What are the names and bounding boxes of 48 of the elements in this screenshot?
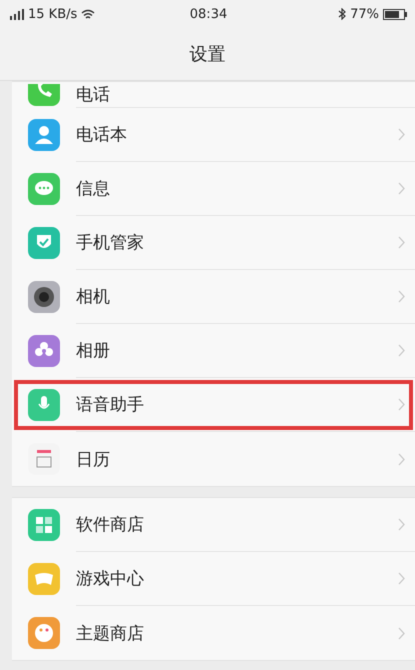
settings-item[interactable]: 电话本: [12, 108, 415, 162]
phone-icon: [28, 84, 60, 106]
signal-icon: [10, 8, 24, 20]
chevron-right-icon: [398, 518, 405, 531]
settings-item[interactable]: 信息: [12, 162, 415, 216]
wifi-icon: [81, 8, 96, 20]
microphone-icon: [28, 389, 60, 421]
chevron-right-icon: [398, 626, 405, 640]
item-label: 相册: [76, 340, 111, 362]
settings-item[interactable]: 游戏中心: [12, 552, 415, 606]
settings-item[interactable]: 手机管家: [12, 216, 415, 270]
settings-item[interactable]: 软件商店: [12, 498, 415, 552]
settings-item[interactable]: 相册: [12, 324, 415, 378]
item-label: 软件商店: [76, 514, 145, 536]
bluetooth-icon: [338, 8, 346, 20]
network-speed: 15 KB/s: [28, 6, 78, 22]
camera-icon: [28, 281, 60, 313]
chat-icon: [28, 173, 60, 205]
clock-time: 08:34: [190, 6, 228, 22]
chevron-right-icon: [398, 290, 405, 303]
chevron-right-icon: [398, 572, 405, 585]
chevron-right-icon: [398, 452, 405, 466]
item-label: 日历: [76, 448, 111, 470]
chevron-right-icon: [398, 128, 405, 141]
chevron-right-icon: [398, 398, 405, 411]
item-label: 主题商店: [76, 622, 145, 644]
flower-icon: [28, 335, 60, 367]
chevron-right-icon: [398, 236, 405, 249]
item-label: 相机: [76, 286, 111, 308]
page-title: 设置: [190, 43, 226, 66]
settings-item[interactable]: 相机: [12, 270, 415, 324]
settings-item[interactable]: 日历: [12, 432, 415, 486]
chevron-right-icon: [398, 182, 405, 195]
battery-icon: [383, 8, 407, 20]
item-label: 手机管家: [76, 232, 145, 254]
item-label: 电话本: [76, 124, 128, 146]
grid-icon: [28, 509, 60, 541]
contact-icon: [28, 119, 60, 151]
item-label: 电话: [76, 84, 111, 106]
item-label: 信息: [76, 178, 111, 200]
item-label: 语音助手: [76, 394, 145, 416]
battery-percent: 77%: [350, 6, 379, 22]
chevron-right-icon: [398, 344, 405, 357]
settings-item[interactable]: 主题商店: [12, 606, 415, 660]
settings-item[interactable]: 语音助手: [12, 378, 415, 432]
shield-icon: [28, 227, 60, 259]
item-label: 游戏中心: [76, 568, 145, 590]
settings-item[interactable]: 电话: [12, 82, 415, 108]
